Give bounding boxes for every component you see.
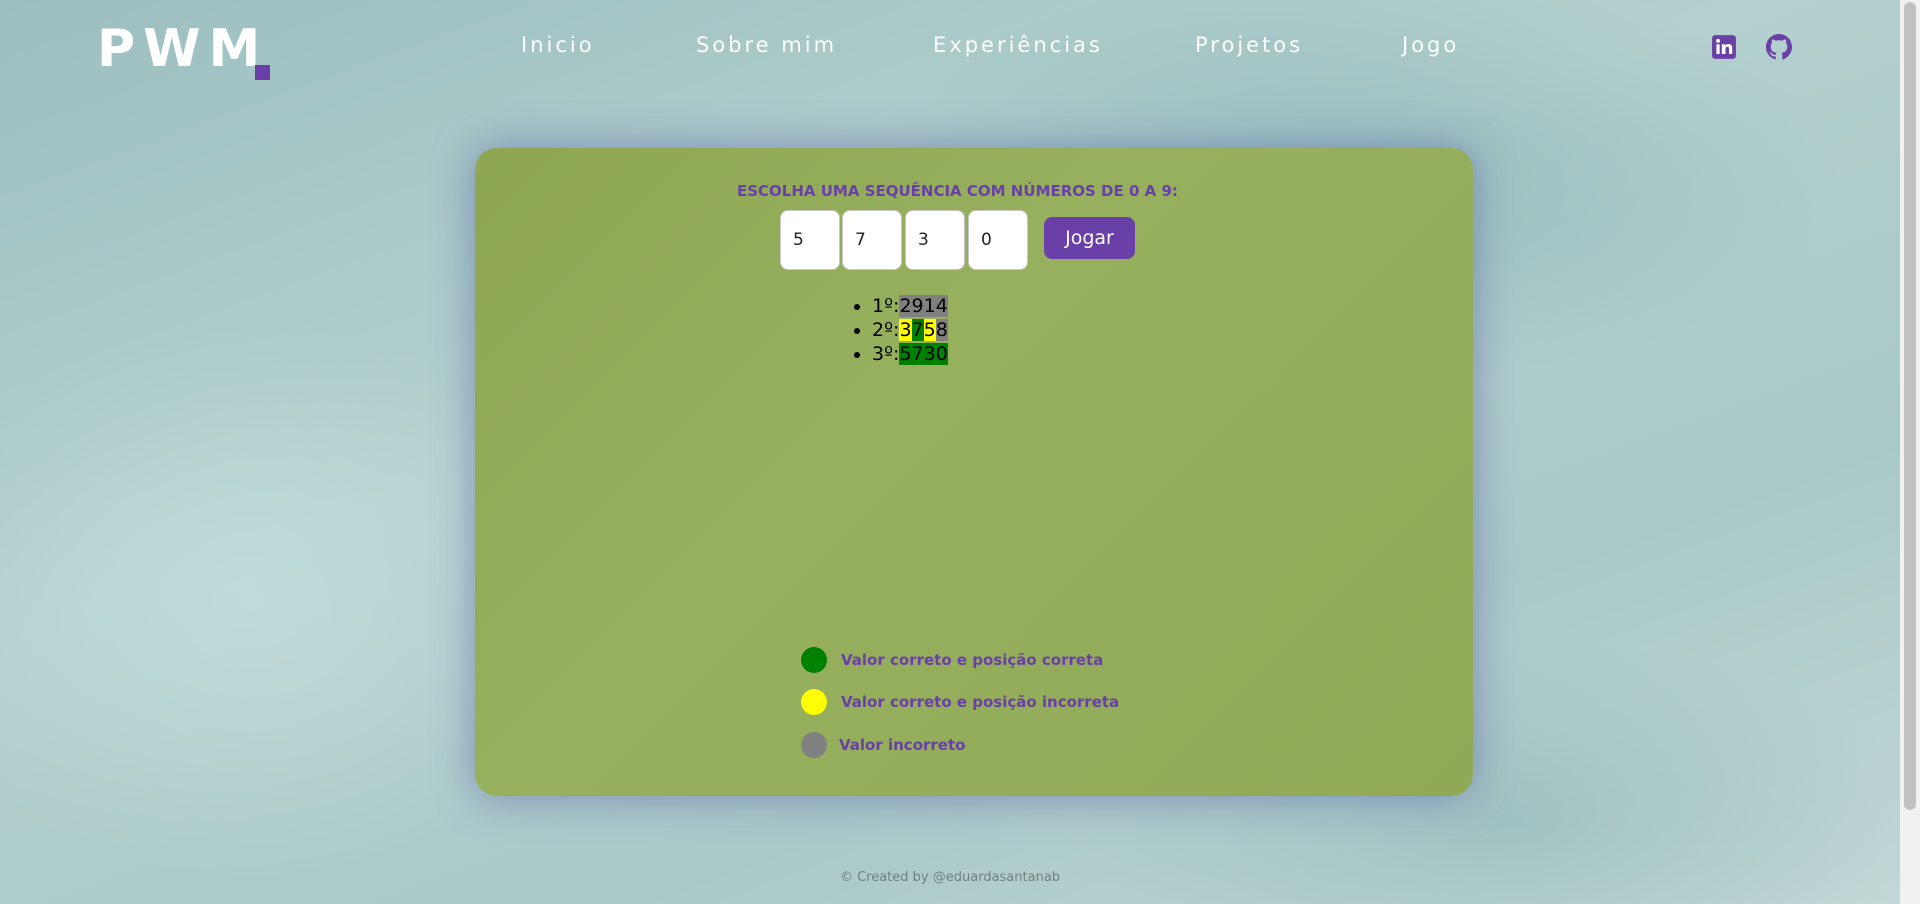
attempt-item: 1º:2914: [872, 294, 948, 318]
attempt-digit-gray: 2: [899, 295, 912, 317]
attempt-digit-yellow: 3: [899, 319, 912, 341]
attempt-digit-gray: 9: [911, 295, 924, 317]
logo-accent-square: [255, 65, 270, 80]
play-button[interactable]: Jogar: [1044, 217, 1135, 259]
logo[interactable]: PWM: [97, 18, 268, 80]
game-prompt: ESCOLHA UMA SEQUÊNCIA COM NÚMEROS DE 0 A…: [737, 182, 1178, 200]
nav-item-sobre-mim[interactable]: Sobre mim: [696, 33, 837, 57]
attempt-label: 3º:: [872, 343, 900, 365]
linkedin-icon[interactable]: [1711, 34, 1737, 60]
attempt-digit-green: 3: [923, 343, 936, 365]
attempt-digit-green: 5: [899, 343, 912, 365]
attempt-item: 2º:3758: [872, 318, 948, 342]
digit-input-4[interactable]: [968, 210, 1028, 270]
attempt-digit-yellow: 5: [923, 319, 936, 341]
digit-input-1[interactable]: [780, 210, 840, 270]
digit-input-3[interactable]: [905, 210, 965, 270]
legend-label: Valor incorreto: [839, 736, 966, 754]
game-card: ESCOLHA UMA SEQUÊNCIA COM NÚMEROS DE 0 A…: [475, 148, 1473, 796]
attempt-digit-green: 7: [911, 343, 924, 365]
nav-item-experiencias[interactable]: Experiências: [933, 33, 1103, 57]
github-icon[interactable]: [1766, 34, 1792, 60]
legend-label: Valor correto e posição correta: [841, 651, 1104, 669]
footer-credit: © Created by @eduardasantanab: [839, 870, 1061, 885]
attempts-list: 1º:29142º:37583º:5730: [848, 294, 948, 366]
nav-item-projetos[interactable]: Projetos: [1195, 33, 1303, 57]
yellow-dot-icon: [801, 689, 827, 715]
attempt-digit-green: 7: [911, 319, 924, 341]
gray-dot-icon: [801, 732, 827, 758]
attempt-digit-gray: 1: [923, 295, 936, 317]
digit-input-2[interactable]: [842, 210, 902, 270]
attempt-digit-gray: 8: [935, 319, 948, 341]
attempt-digit-green: 0: [935, 343, 948, 365]
nav-item-inicio[interactable]: Inicio: [521, 33, 595, 57]
legend-label: Valor correto e posição incorreta: [841, 693, 1120, 711]
scrollbar-thumb[interactable]: [1904, 2, 1916, 810]
attempt-label: 2º:: [872, 319, 900, 341]
nav-item-jogo[interactable]: Jogo: [1402, 33, 1459, 57]
attempt-item: 3º:5730: [872, 342, 948, 366]
attempt-digit-gray: 4: [935, 295, 948, 317]
page-scrollbar[interactable]: [1900, 0, 1920, 904]
green-dot-icon: [801, 647, 827, 673]
attempt-label: 1º:: [872, 295, 900, 317]
